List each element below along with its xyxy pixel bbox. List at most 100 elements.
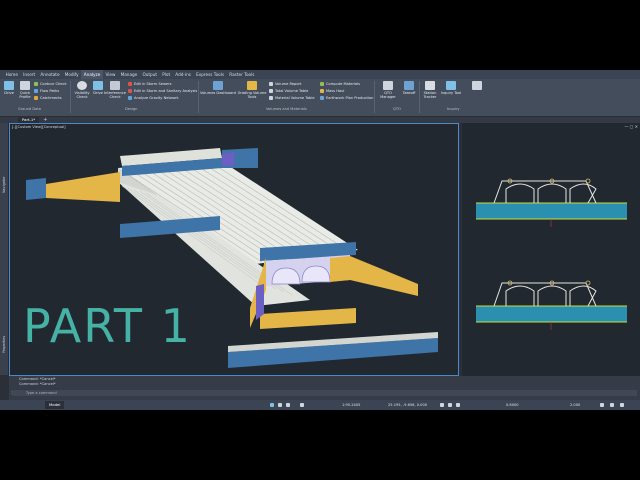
osnap-icon[interactable]: [456, 403, 460, 407]
contour-icon: [34, 82, 38, 86]
coordinate-readout: 25.195, -9.656, 0.000: [388, 403, 428, 407]
view-scale-value[interactable]: 2.000: [570, 403, 580, 407]
tab-annotate[interactable]: Annotate: [38, 70, 62, 79]
tab-view[interactable]: View: [103, 70, 118, 79]
takeoff-icon: [404, 81, 414, 90]
material-volume-table-button[interactable]: Material Volume Table: [269, 95, 315, 101]
cross-section-views: [476, 178, 627, 330]
tab-express-tools[interactable]: Express Tools: [194, 70, 227, 79]
civil3d-window: Home Insert Annotate Modify Analyze View…: [0, 70, 640, 410]
ribbon-panel: Drive Quick Profile Contour Check Flow P…: [0, 79, 640, 117]
ribbon-separator: [419, 81, 420, 113]
customize-menu-icon[interactable]: [620, 403, 624, 407]
catchments-button[interactable]: Catchments: [34, 95, 62, 101]
report-icon: [269, 82, 273, 86]
station-tracker-button[interactable]: Station Tracker: [421, 81, 439, 99]
eye-icon: [77, 81, 87, 90]
tab-plot[interactable]: Plot: [160, 70, 173, 79]
ribbon-tab-bar: Home Insert Annotate Modify Analyze View…: [0, 70, 640, 79]
zoom-value[interactable]: 0.8000: [506, 403, 519, 407]
catchments-icon: [34, 96, 38, 100]
group-design: Design: [125, 107, 138, 111]
storm-sewers-icon: [128, 82, 132, 86]
total-volume-table-button[interactable]: Total Volume Table: [269, 88, 308, 94]
tab-insert[interactable]: Insert: [21, 70, 38, 79]
mass-haul-button[interactable]: Mass Haul: [320, 88, 344, 94]
ribbon-separator: [374, 81, 375, 113]
back-left-wall: [26, 178, 46, 200]
mass-haul-icon: [320, 89, 324, 93]
grid-icon[interactable]: [278, 403, 282, 407]
group-volumes: Volumes and Materials: [266, 107, 307, 111]
analyze-gravity-network-button[interactable]: Analyze Gravity Network: [128, 95, 179, 101]
back-right-cap: [222, 152, 234, 166]
visibility-check-button[interactable]: Visibility Check: [73, 81, 91, 99]
drive-icon: [4, 81, 14, 90]
earthwork-icon: [320, 96, 324, 100]
earthwork-plan-button[interactable]: Earthwork Plan Production: [320, 95, 373, 101]
interference-check-button[interactable]: Interference Check: [104, 81, 126, 99]
tab-output[interactable]: Output: [140, 70, 160, 79]
design-drive-button[interactable]: Drive: [92, 81, 104, 95]
grading-icon: [247, 81, 257, 90]
edit-storm-sewers-button[interactable]: Edit in Storm Sewers: [128, 81, 171, 87]
navigator-palette-label[interactable]: Navigator: [2, 176, 6, 193]
group-qto: QTO: [393, 107, 401, 111]
model-space-icon[interactable]: [270, 403, 274, 407]
command-line-window: Command: *Cancel* Command: *Cancel* ✕ Ty…: [9, 376, 640, 400]
tab-home[interactable]: Home: [3, 70, 21, 79]
tab-analyze[interactable]: Analyze: [81, 70, 103, 79]
inquiry-icon: [446, 81, 456, 90]
ribbon-separator: [70, 81, 71, 113]
tab-add-ins[interactable]: Add-ins: [173, 70, 194, 79]
tab-raster-tools[interactable]: Raster Tools: [227, 70, 257, 79]
volume-report-button[interactable]: Volume Report: [269, 81, 301, 87]
table-icon: [269, 96, 273, 100]
flow-paths-button[interactable]: Flow Paths: [34, 88, 59, 94]
snap-icon[interactable]: [286, 403, 290, 407]
contour-check-button[interactable]: Contour Check: [34, 81, 67, 87]
back-left-wingwall: [46, 172, 120, 202]
quick-profile-button[interactable]: Quick Profile: [17, 81, 33, 99]
ribbon-separator: [198, 81, 199, 113]
group-inquiry: Inquiry: [447, 107, 460, 111]
qto-manager-button[interactable]: QTO Manager: [376, 81, 400, 99]
storm-sanitary-icon: [128, 89, 132, 93]
table-icon: [269, 89, 273, 93]
status-bar: Model 1:95.2405 25.195, -9.656, 0.000 0.…: [0, 400, 640, 410]
fullscreen-icon[interactable]: [610, 403, 614, 407]
takeoff-button[interactable]: Takeoff: [401, 81, 417, 95]
flow-paths-icon: [34, 89, 38, 93]
front-left-cap: [256, 284, 264, 320]
inquiry-extra-button[interactable]: [464, 81, 490, 91]
tab-manage[interactable]: Manage: [118, 70, 140, 79]
polar-icon[interactable]: [448, 403, 452, 407]
model-layout-tab[interactable]: Model: [45, 401, 65, 409]
profile-icon: [20, 81, 30, 90]
command-input[interactable]: Type a command: [12, 390, 637, 396]
grading-volume-tools-button[interactable]: Grading Volume Tools: [237, 81, 267, 99]
annotation-scale[interactable]: 1:95.2405: [342, 403, 360, 407]
drive-button[interactable]: Drive: [3, 81, 15, 95]
station-tracker-icon: [425, 81, 435, 90]
front-abutment-fill: [260, 308, 356, 329]
volumes-dashboard-button[interactable]: Volumes Dashboard: [200, 81, 236, 95]
workspace-gear-icon[interactable]: [600, 403, 604, 407]
cross-section-top: [476, 178, 627, 227]
part-title-overlay: PART 1: [23, 299, 192, 353]
ortho-icon[interactable]: [440, 403, 444, 407]
front-right-wingwall: [350, 256, 418, 296]
tab-modify[interactable]: Modify: [62, 70, 81, 79]
compute-icon: [320, 82, 324, 86]
measure-icon: [472, 81, 482, 90]
drive-icon: [93, 81, 103, 90]
main-3d-viewport[interactable]: [-][Custom View][Conceptual] PART 1: [9, 123, 459, 376]
compute-materials-button[interactable]: Compute Materials: [320, 81, 360, 87]
properties-palette-label[interactable]: Properties: [2, 336, 6, 353]
section-viewport[interactable]: — ▢ ✕: [462, 123, 640, 376]
gravity-network-icon: [128, 96, 132, 100]
inquiry-tool-button[interactable]: Inquiry Tool: [440, 81, 462, 95]
edit-storm-sanitary-button[interactable]: Edit in Storm and Sanitary Analysis: [128, 88, 197, 94]
annotation-visibility-icon[interactable]: [300, 403, 304, 407]
left-palette-strip[interactable]: Navigator Properties: [0, 123, 9, 375]
